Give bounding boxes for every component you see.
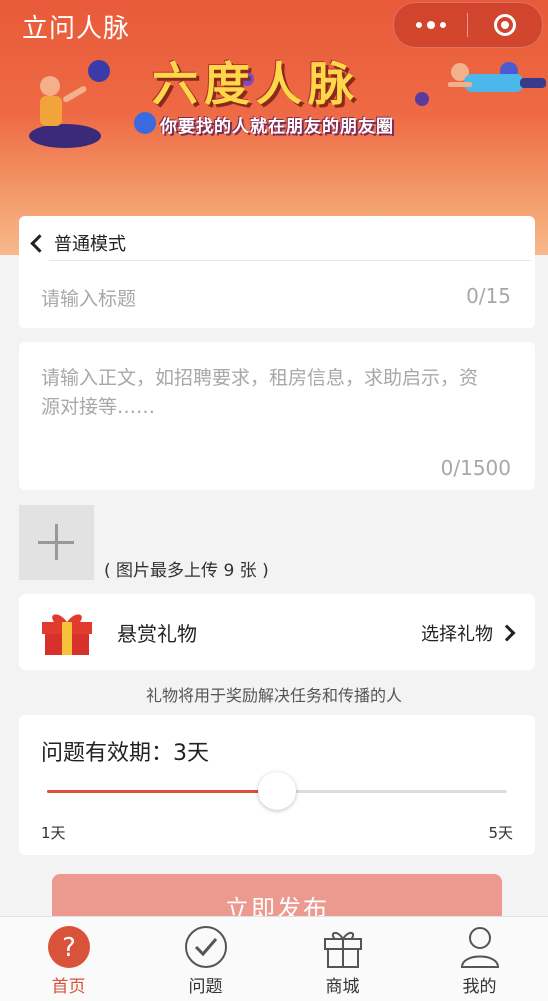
tab-label: 问题	[188, 977, 223, 997]
select-gift-label: 选择礼物	[421, 624, 493, 645]
reward-gift-label: 悬赏礼物	[117, 622, 197, 646]
svg-text:?: ?	[62, 933, 76, 963]
divider	[49, 260, 531, 261]
banner-subtitle: 你要找的人就在朋友的朋友圈	[160, 117, 394, 137]
dot-icon	[426, 21, 435, 29]
decor-figure-right	[448, 63, 546, 92]
title-card: 普通模式 请输入标题 0/15	[19, 216, 535, 328]
question-circle-icon: ?	[48, 926, 90, 968]
slider-thumb[interactable]	[258, 772, 296, 810]
chevron-left-icon	[30, 233, 49, 253]
title-input[interactable]: 请输入标题	[41, 284, 136, 311]
title-char-counter: 0/15	[466, 284, 511, 308]
tab-home[interactable]: ? 首页	[0, 917, 137, 1001]
more-options-button[interactable]	[394, 3, 467, 47]
check-circle-icon	[185, 926, 227, 968]
tab-bar: ? 首页 问题 商城 我的	[0, 916, 548, 1001]
dot-icon	[439, 22, 446, 28]
add-image-button[interactable]	[19, 505, 94, 580]
tab-label: 商城	[325, 977, 360, 997]
decor-bubble	[134, 112, 156, 134]
mode-switch[interactable]: 普通模式	[30, 230, 126, 256]
upload-hint: ( 图片最多上传 9 张 )	[104, 561, 269, 581]
validity-card: 问题有效期：3天 1天 5天	[19, 715, 535, 855]
body-card: 请输入正文，如招聘要求，租房信息，求助启示，资源对接等…… 0/1500	[19, 342, 535, 490]
mode-label: 普通模式	[54, 234, 126, 255]
gift-card: 悬赏礼物 选择礼物	[19, 594, 535, 670]
tab-label: 首页	[51, 977, 86, 997]
tab-mall[interactable]: 商城	[274, 917, 411, 1001]
slider-min-label: 1天	[41, 824, 66, 842]
gift-note: 礼物将用于奖励解决任务和传播的人	[145, 686, 402, 705]
validity-label: 问题有效期：3天	[41, 741, 209, 766]
target-circle-icon	[494, 14, 516, 36]
decor-bubble	[415, 92, 429, 106]
chevron-right-icon	[498, 624, 516, 642]
decor-figure-left	[29, 76, 101, 148]
dot-icon	[415, 22, 422, 28]
select-gift-button[interactable]: 选择礼物	[421, 620, 516, 646]
app-title: 立问人脉	[22, 14, 131, 44]
banner-title: 六度人脉	[152, 57, 360, 111]
tab-questions[interactable]: 问题	[137, 917, 274, 1001]
body-textarea[interactable]: 请输入正文，如招聘要求，租房信息，求助启示，资源对接等……	[41, 364, 495, 422]
gift-icon	[42, 614, 92, 655]
slider-fill	[47, 790, 277, 793]
mini-program-capsule	[393, 2, 543, 48]
slider-max-label: 5天	[488, 824, 513, 842]
body-char-counter: 0/1500	[440, 456, 511, 480]
close-button[interactable]	[468, 3, 542, 47]
tab-label: 我的	[462, 977, 497, 997]
validity-slider[interactable]	[47, 772, 507, 810]
gift-box-icon	[324, 932, 362, 968]
user-icon	[460, 927, 500, 968]
tab-me[interactable]: 我的	[411, 917, 548, 1001]
